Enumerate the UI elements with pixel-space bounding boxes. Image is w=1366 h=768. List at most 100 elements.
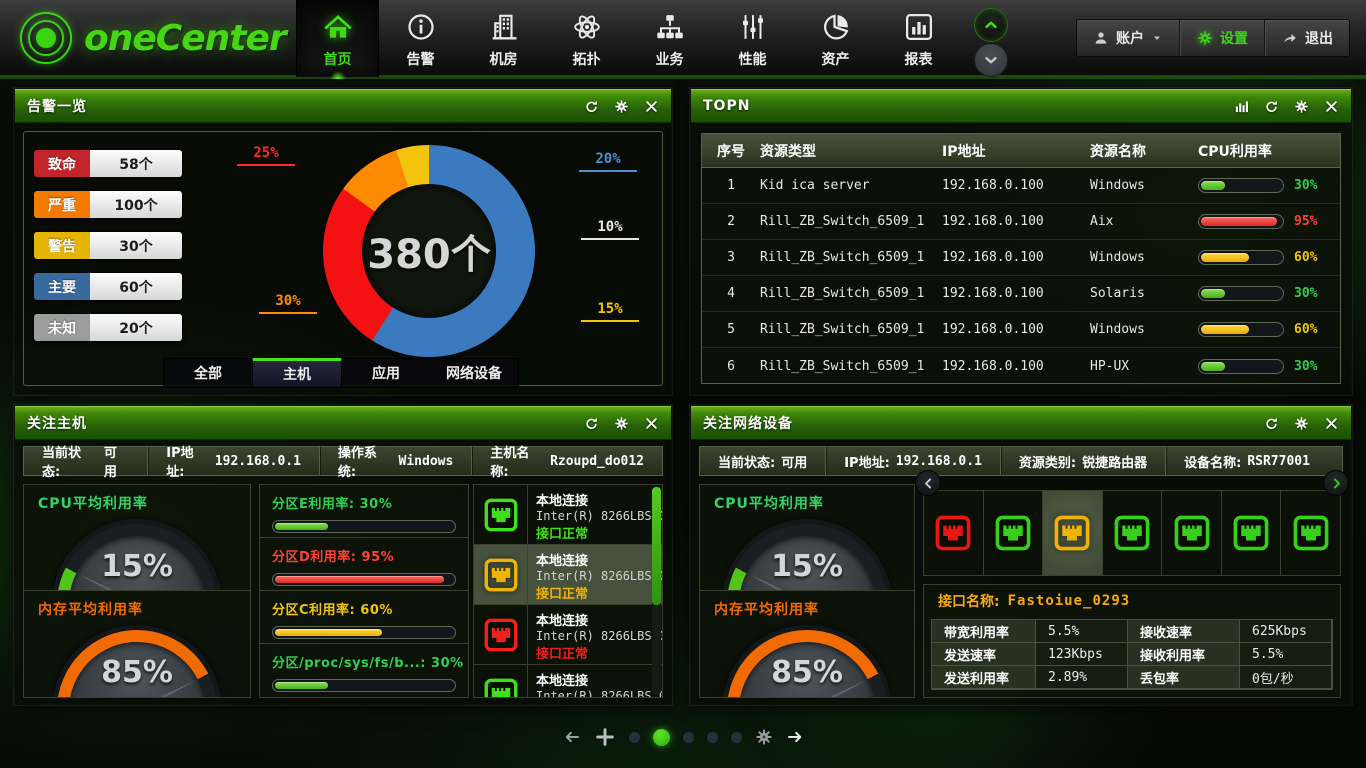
interface-list-item[interactable]: 本地连接 Inter(R) 8266LBS 09-1 接口正常 bbox=[474, 605, 662, 665]
port-tile[interactable] bbox=[1281, 491, 1340, 575]
logout-button[interactable]: 退出 bbox=[1265, 20, 1349, 56]
account-button[interactable]: 账户 bbox=[1077, 20, 1180, 56]
status-label: IP地址: bbox=[166, 442, 209, 480]
refresh-icon[interactable] bbox=[1264, 99, 1279, 114]
resource-type: Rill_ZB_Switch_6509_1 bbox=[760, 250, 942, 265]
nav-item[interactable]: 告警 bbox=[379, 0, 462, 77]
pager-back-button[interactable] bbox=[563, 728, 581, 746]
chevron-down-icon bbox=[982, 51, 1000, 69]
cpu-bar bbox=[1198, 359, 1294, 374]
device-ports-strip bbox=[923, 490, 1341, 576]
close-icon[interactable] bbox=[1324, 99, 1339, 114]
nav-item-label: 业务 bbox=[628, 49, 711, 69]
alarm-legend-button[interactable]: 致命 58个 bbox=[33, 149, 183, 178]
alarm-legend-button[interactable]: 警告 30个 bbox=[33, 231, 183, 260]
interface-list-item[interactable]: 本地连接 Inter(R) 8266LBS 09-1 接口正常 bbox=[474, 545, 662, 605]
alarm-filter-tab[interactable]: 全部 bbox=[164, 359, 252, 387]
port-tile[interactable] bbox=[1103, 491, 1163, 575]
nav-item-icon bbox=[323, 12, 353, 42]
gear-icon bbox=[1197, 30, 1213, 46]
port-tile[interactable] bbox=[924, 491, 984, 575]
ip-address: 192.168.0.100 bbox=[942, 359, 1090, 374]
gear-icon[interactable] bbox=[1294, 416, 1309, 431]
port-tile[interactable] bbox=[1043, 491, 1103, 575]
nav-item[interactable]: 性能 bbox=[711, 0, 794, 77]
table-row[interactable]: 3 Rill_ZB_Switch_6509_1 192.168.0.100 Wi… bbox=[702, 240, 1340, 276]
port-tile[interactable] bbox=[1222, 491, 1282, 575]
alarm-legend-button[interactable]: 未知 20个 bbox=[33, 313, 183, 342]
nav-item[interactable]: 机房 bbox=[462, 0, 545, 77]
pager-dot[interactable] bbox=[629, 732, 640, 743]
interface-icon-cell bbox=[474, 485, 528, 544]
table-row[interactable]: 2 Rill_ZB_Switch_6509_1 192.168.0.100 Ai… bbox=[702, 204, 1340, 240]
nav-item[interactable]: 首页 bbox=[296, 0, 379, 77]
port-tile[interactable] bbox=[1162, 491, 1222, 575]
column-header: CPU利用率 bbox=[1198, 141, 1340, 161]
nav-scroll-down-button[interactable] bbox=[974, 43, 1008, 77]
port-tile[interactable] bbox=[984, 491, 1044, 575]
pager-dot[interactable] bbox=[707, 732, 718, 743]
pager-dot[interactable] bbox=[731, 732, 742, 743]
table-row[interactable]: 5 Rill_ZB_Switch_6509_1 192.168.0.100 Wi… bbox=[702, 312, 1340, 348]
interface-name-value: Fastoiue_0293 bbox=[1008, 593, 1131, 609]
severity-label: 警告 bbox=[34, 232, 90, 259]
nav-item[interactable]: 报表 bbox=[877, 0, 960, 77]
app-logo: oneCenter bbox=[18, 10, 286, 66]
partition-bar-fill bbox=[275, 576, 444, 583]
logo-text: oneCenter bbox=[84, 18, 286, 59]
table-row[interactable]: 6 Rill_ZB_Switch_6509_1 192.168.0.100 HP… bbox=[702, 348, 1340, 384]
table-row[interactable]: 1 Kid ica server 192.168.0.100 Windows 3… bbox=[702, 168, 1340, 204]
interface-list-item[interactable]: 本地连接 Inter(R) 8266LBS 09-1 接口正常 bbox=[474, 485, 662, 545]
interface-list-scrollbar[interactable] bbox=[652, 487, 661, 695]
interface-list-item[interactable]: 本地连接 Inter(R) 8266LBS 09-1 接口正常 bbox=[474, 665, 662, 697]
ethernet-port-icon bbox=[935, 515, 971, 551]
pager-forward-button[interactable] bbox=[786, 728, 804, 746]
ip-address: 192.168.0.100 bbox=[942, 322, 1090, 337]
alarm-legend-button[interactable]: 严重 100个 bbox=[33, 190, 183, 219]
gear-icon[interactable] bbox=[1294, 99, 1309, 114]
close-icon[interactable] bbox=[1324, 416, 1339, 431]
refresh-icon[interactable] bbox=[584, 416, 599, 431]
ports-next-button[interactable] bbox=[1323, 470, 1349, 496]
alarm-filter-tab[interactable]: 网络设备 bbox=[430, 359, 518, 387]
host-gauges-column: CPU平均利用率 15% 内存平均利用率 85% bbox=[23, 484, 251, 698]
nav-item[interactable]: 资产 bbox=[794, 0, 877, 77]
topn-table-body: 1 Kid ica server 192.168.0.100 Windows 3… bbox=[702, 168, 1340, 384]
refresh-icon[interactable] bbox=[1264, 416, 1279, 431]
ethernet-port-icon bbox=[1233, 515, 1269, 551]
gear-icon[interactable] bbox=[614, 416, 629, 431]
info-label: 带宽利用率 bbox=[932, 620, 1036, 643]
panel-title: 告警一览 bbox=[27, 96, 87, 116]
dashboard-pager bbox=[0, 726, 1366, 748]
status-label: 操作系统: bbox=[338, 442, 393, 480]
nav-item[interactable]: 业务 bbox=[628, 0, 711, 77]
close-icon[interactable] bbox=[644, 416, 659, 431]
cpu-bar-fill bbox=[1201, 325, 1249, 334]
row-index: 5 bbox=[702, 322, 760, 337]
settings-button[interactable]: 设置 bbox=[1180, 20, 1265, 56]
severity-label: 未知 bbox=[34, 314, 90, 341]
nav-scroll-up-button[interactable] bbox=[974, 8, 1008, 42]
info-label: 丢包率 bbox=[1128, 666, 1240, 689]
chevron-right-icon bbox=[1330, 477, 1343, 490]
cpu-gauge: 15% bbox=[52, 519, 222, 591]
alarm-filter-tab[interactable]: 主机 bbox=[252, 358, 342, 388]
alarm-legend-button[interactable]: 主要 60个 bbox=[33, 272, 183, 301]
cpu-percent: 60% bbox=[1294, 250, 1340, 265]
ports-prev-button[interactable] bbox=[915, 470, 941, 496]
pager-dot[interactable] bbox=[653, 729, 670, 746]
table-row[interactable]: 4 Rill_ZB_Switch_6509_1 192.168.0.100 So… bbox=[702, 276, 1340, 312]
cpu-bar bbox=[1198, 250, 1294, 265]
pager-dot[interactable] bbox=[683, 732, 694, 743]
interface-desc: Inter(R) 8266LBS 09-1 bbox=[536, 629, 654, 643]
alarm-legend: 致命 58个 严重 100个 警告 30个 主要 bbox=[33, 149, 183, 354]
refresh-icon[interactable] bbox=[584, 99, 599, 114]
chart-icon[interactable] bbox=[1234, 99, 1249, 114]
gear-icon[interactable] bbox=[614, 99, 629, 114]
close-icon[interactable] bbox=[644, 99, 659, 114]
pager-add-button[interactable] bbox=[594, 726, 616, 748]
alarm-filter-tab[interactable]: 应用 bbox=[342, 359, 430, 387]
pager-settings-button[interactable] bbox=[755, 728, 773, 746]
scrollbar-thumb[interactable] bbox=[652, 487, 661, 605]
nav-item[interactable]: 拓扑 bbox=[545, 0, 628, 77]
